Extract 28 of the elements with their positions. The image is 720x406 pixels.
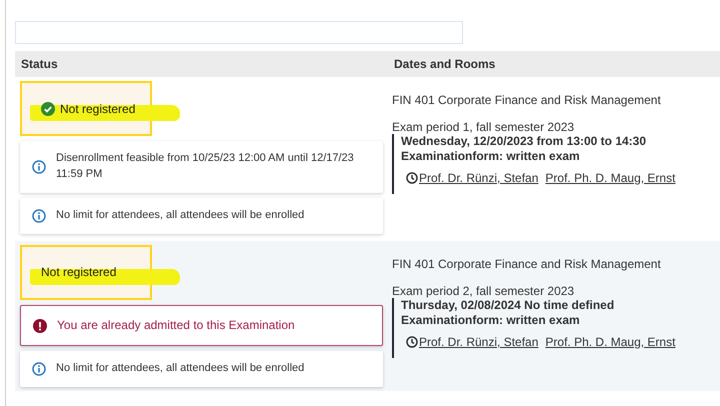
course-title: FIN 401 Corporate Finance and Risk Management <box>392 256 662 271</box>
alert-icon <box>33 318 47 332</box>
error-message: You are already admitted to this Examination <box>20 304 383 346</box>
clock-icon <box>406 336 418 348</box>
search-field[interactable] <box>15 21 463 44</box>
exam-form: Examinationform: written exam <box>401 312 581 328</box>
clock-icon <box>406 172 418 184</box>
exam-form: Examinationform: written exam <box>401 149 581 164</box>
info-message: Disenrollment feasible from 10/25/23 12:00 AM until 12/17/23 11:59 PM <box>20 141 383 193</box>
lecturer-link[interactable]: Prof. Dr. Rünzi, Stefan <box>419 171 538 185</box>
exam-date: Wednesday, 12/20/2023 from 13:00 to 14:30 <box>401 134 648 149</box>
exam-date: Thursday, 02/08/2024 No time defined <box>401 298 616 313</box>
column-header: Status <box>20 57 59 71</box>
status-label: Not registered <box>41 265 116 280</box>
lecturer-link[interactable]: Prof. Ph. D. Maug, Ernst <box>545 334 676 349</box>
column-header: Dates and Rooms <box>393 57 496 71</box>
course-title: FIN 401 Corporate Finance and Risk Management <box>392 93 662 107</box>
info-message: No limit for attendees, all attendees will be enrolled <box>20 351 383 388</box>
info-icon <box>32 160 46 174</box>
exam-period: Exam period 1, fall semester 2023 <box>392 120 576 134</box>
info-icon <box>32 208 46 223</box>
status-label: Not registered <box>60 102 136 116</box>
lecturer-link[interactable]: Prof. Dr. Rünzi, Stefan <box>419 334 538 349</box>
exam-period: Exam period 2, fall semester 2023 <box>392 284 576 298</box>
info-message: No limit for attendees, all attendees will be enrolled <box>20 198 383 234</box>
lecturer-link[interactable]: Prof. Ph. D. Maug, Ernst <box>545 171 676 185</box>
check-icon <box>41 102 55 116</box>
info-icon <box>32 362 46 376</box>
